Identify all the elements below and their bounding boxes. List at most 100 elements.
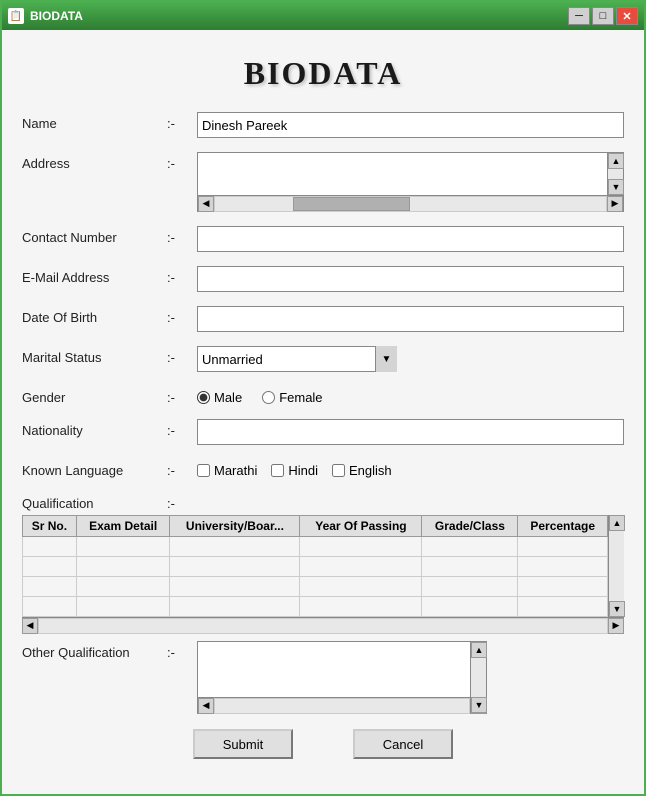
lang-hindi-label: Hindi — [288, 463, 318, 478]
contact-label: Contact Number — [22, 226, 167, 245]
lang-hindi-checkbox[interactable] — [271, 464, 284, 477]
table-scroll-right[interactable]: ▶ — [608, 618, 624, 634]
lang-marathi-option[interactable]: Marathi — [197, 463, 257, 478]
dob-input[interactable] — [197, 306, 624, 332]
nationality-row: Nationality :- — [22, 419, 624, 445]
address-input[interactable] — [198, 153, 623, 193]
other-qual-scrollbar-v: ▲ ▼ — [470, 642, 486, 713]
qualification-label: Qualification — [22, 492, 167, 511]
gender-radio-group: Male Female — [197, 386, 624, 405]
gender-row: Gender :- Male Female — [22, 386, 624, 405]
marital-select[interactable]: Unmarried Married Divorced Widowed — [197, 346, 397, 372]
page-title: BIODATA — [22, 55, 624, 92]
other-qual-sep: :- — [167, 641, 197, 660]
lang-english-option[interactable]: English — [332, 463, 392, 478]
nationality-input[interactable] — [197, 419, 624, 445]
email-row: E-Mail Address :- — [22, 266, 624, 292]
table-h-scrollbar: ◀ ▶ — [22, 617, 624, 633]
title-bar: 📋 BIODATA ─ □ ✕ — [2, 2, 644, 30]
other-qual-row: Other Qualification :- ▲ ▼ — [22, 641, 624, 714]
name-input[interactable] — [197, 112, 624, 138]
col-university: University/Boar... — [170, 516, 300, 537]
contact-row: Contact Number :- — [22, 226, 624, 252]
scroll-down-btn[interactable]: ▼ — [608, 179, 624, 195]
address-control: ▲ ▼ ◀ ▶ — [197, 152, 624, 212]
qualification-section: Sr No. Exam Detail University/Boar... Ye… — [22, 515, 624, 633]
language-checkbox-group: Marathi Hindi English — [197, 459, 624, 478]
table-scroll-up[interactable]: ▲ — [609, 515, 625, 531]
main-window: 📋 BIODATA ─ □ ✕ BIODATA Name :- Address … — [0, 0, 646, 796]
col-year: Year Of Passing — [300, 516, 422, 537]
col-grade: Grade/Class — [422, 516, 518, 537]
scroll-left-btn[interactable]: ◀ — [198, 196, 214, 212]
scroll-track — [608, 169, 623, 179]
table-v-track — [609, 531, 624, 601]
address-sep: :- — [167, 152, 197, 171]
marital-dropdown-container: Unmarried Married Divorced Widowed ▼ — [197, 346, 397, 372]
cancel-button[interactable]: Cancel — [353, 729, 453, 759]
minimize-button[interactable]: ─ — [568, 7, 590, 25]
h-scroll-track — [214, 196, 607, 212]
gender-label: Gender — [22, 386, 167, 405]
dob-label: Date Of Birth — [22, 306, 167, 325]
nationality-control — [197, 419, 624, 445]
table-row — [23, 557, 608, 577]
table-scrollbar-v: ▲ ▼ — [608, 515, 624, 617]
gender-female-radio[interactable] — [262, 391, 275, 404]
lang-marathi-checkbox[interactable] — [197, 464, 210, 477]
other-scroll-down[interactable]: ▼ — [471, 697, 487, 713]
col-sr-no: Sr No. — [23, 516, 77, 537]
address-row: Address :- ▲ ▼ ◀ — [22, 152, 624, 212]
language-sep: :- — [167, 459, 197, 478]
gender-control: Male Female — [197, 386, 624, 405]
address-textarea-container: ▲ ▼ ◀ ▶ — [197, 152, 624, 212]
table-scroll-area: Sr No. Exam Detail University/Boar... Ye… — [22, 515, 608, 617]
lang-english-checkbox[interactable] — [332, 464, 345, 477]
name-row: Name :- — [22, 112, 624, 138]
maximize-button[interactable]: □ — [592, 7, 614, 25]
submit-button[interactable]: Submit — [193, 729, 293, 759]
gender-female-option[interactable]: Female — [262, 390, 322, 405]
gender-female-label: Female — [279, 390, 322, 405]
table-header-row: Sr No. Exam Detail University/Boar... Ye… — [23, 516, 608, 537]
col-percentage: Percentage — [518, 516, 608, 537]
table-scroll-left[interactable]: ◀ — [22, 618, 38, 634]
close-button[interactable]: ✕ — [616, 7, 638, 25]
other-qual-container: ▲ ▼ ◀ ▶ — [197, 641, 487, 714]
other-qual-input[interactable] — [198, 642, 486, 697]
qualification-sep: :- — [167, 492, 197, 511]
name-label: Name — [22, 112, 167, 131]
language-control: Marathi Hindi English — [197, 459, 624, 478]
gender-male-label: Male — [214, 390, 242, 405]
table-row — [23, 577, 608, 597]
marital-label: Marital Status — [22, 346, 167, 365]
col-exam: Exam Detail — [76, 516, 170, 537]
email-label: E-Mail Address — [22, 266, 167, 285]
contact-input[interactable] — [197, 226, 624, 252]
gender-male-radio[interactable] — [197, 391, 210, 404]
window-title: BIODATA — [30, 9, 83, 23]
scroll-right-btn[interactable]: ▶ — [607, 196, 623, 212]
address-scrollbar-v: ▲ ▼ — [607, 153, 623, 195]
lang-hindi-option[interactable]: Hindi — [271, 463, 318, 478]
table-scroll-down[interactable]: ▼ — [609, 601, 625, 617]
qual-table-wrapper: Sr No. Exam Detail University/Boar... Ye… — [22, 515, 624, 617]
email-input[interactable] — [197, 266, 624, 292]
other-scroll-left[interactable]: ◀ — [198, 698, 214, 714]
name-sep: :- — [167, 112, 197, 131]
gender-male-option[interactable]: Male — [197, 390, 242, 405]
window-controls: ─ □ ✕ — [568, 7, 638, 25]
language-row: Known Language :- Marathi Hindi — [22, 459, 624, 478]
dob-sep: :- — [167, 306, 197, 325]
nationality-label: Nationality — [22, 419, 167, 438]
name-control — [197, 112, 624, 138]
form-content: BIODATA Name :- Address :- — [2, 30, 644, 794]
dob-row: Date Of Birth :- — [22, 306, 624, 332]
other-scroll-up[interactable]: ▲ — [471, 642, 487, 658]
scroll-up-btn[interactable]: ▲ — [608, 153, 624, 169]
qualification-header-row: Qualification :- — [22, 492, 624, 511]
other-qual-h-scroll: ◀ ▶ — [198, 697, 486, 713]
table-row — [23, 597, 608, 617]
title-bar-left: 📋 BIODATA — [8, 8, 83, 24]
address-label: Address — [22, 152, 167, 171]
